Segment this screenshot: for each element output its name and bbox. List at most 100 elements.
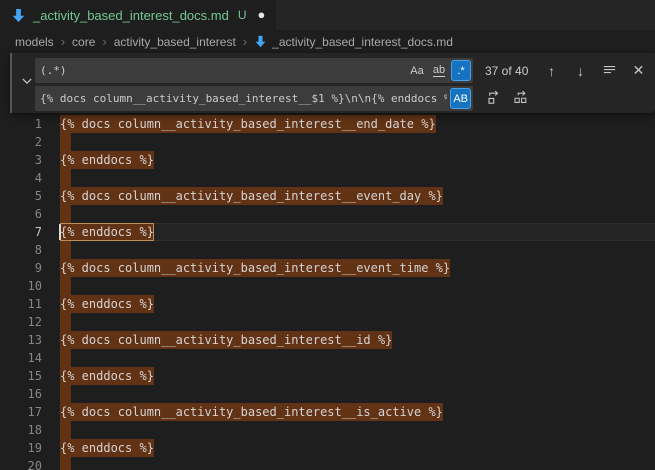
widget-resize-sash[interactable] (10, 53, 12, 113)
code-text: {% enddocs %} (60, 223, 655, 241)
regex-button[interactable]: .* (451, 60, 471, 81)
find-match-highlight (60, 421, 71, 439)
code-line[interactable]: 1 {% docs column__activity_based_interest… (0, 115, 655, 133)
tab-filename: _activity_based_interest_docs.md (33, 8, 229, 23)
toggle-replace-button[interactable] (18, 74, 36, 92)
code-line[interactable]: 3 {% enddocs %} (0, 151, 655, 169)
breadcrumb-item-core[interactable]: core (72, 35, 95, 49)
line-number: 15 (0, 367, 42, 385)
code-text: {% enddocs %} (60, 151, 655, 169)
code-line[interactable]: 10 (0, 277, 655, 295)
code-line[interactable]: 7 {% enddocs %} (0, 223, 655, 241)
find-in-selection-button[interactable] (600, 58, 619, 83)
code-line[interactable]: 4 (0, 169, 655, 187)
unsaved-changes-dot[interactable]: ● (258, 0, 266, 30)
preserve-case-button[interactable]: AB (450, 88, 471, 109)
code-line[interactable]: 20 (0, 457, 655, 470)
git-status-badge: U (238, 8, 247, 22)
code-text (60, 133, 655, 151)
find-match-highlight (60, 205, 71, 223)
code-line[interactable]: 17 {% docs column__activity_based_interes… (0, 403, 655, 421)
code-line[interactable]: 8 (0, 241, 655, 259)
code-text: {% docs column__activity_based_interest_… (60, 115, 655, 133)
tab-active-file[interactable]: _activity_based_interest_docs.md U ● (0, 0, 276, 30)
find-match-highlight: {% docs column__activity_based_interest_… (60, 331, 392, 349)
replace-button[interactable] (484, 86, 503, 111)
line-number: 7 (0, 223, 42, 241)
close-icon: ✕ (633, 62, 645, 79)
line-number: 20 (0, 457, 42, 470)
vscode-window: _activity_based_interest_docs.md U ● mod… (0, 0, 655, 470)
code-text: {% docs column__activity_based_interest_… (60, 331, 655, 349)
code-line[interactable]: 14 (0, 349, 655, 367)
current-find-match: {% enddocs %} (60, 223, 154, 241)
code-line[interactable]: 18 (0, 421, 655, 439)
replace-input[interactable] (35, 86, 473, 111)
selection-lines-icon (602, 62, 617, 80)
line-number: 5 (0, 187, 42, 205)
find-match-highlight: {% enddocs %} (60, 367, 154, 385)
line-number: 6 (0, 205, 42, 223)
code-line[interactable]: 5 {% docs column__activity_based_interest… (0, 187, 655, 205)
code-text (60, 169, 655, 187)
code-text: {% docs column__activity_based_interest_… (60, 259, 655, 277)
code-line[interactable]: 2 (0, 133, 655, 151)
find-match-highlight (60, 313, 71, 331)
code-line[interactable]: 16 (0, 385, 655, 403)
line-number: 11 (0, 295, 42, 313)
breadcrumb-item-models[interactable]: models (15, 35, 54, 49)
line-number: 14 (0, 349, 42, 367)
code-line[interactable]: 15 {% enddocs %} (0, 367, 655, 385)
code-line[interactable]: 9 {% docs column__activity_based_interest… (0, 259, 655, 277)
line-number: 13 (0, 331, 42, 349)
whole-word-button[interactable]: ab (429, 60, 449, 81)
code-text: {% enddocs %} (60, 367, 655, 385)
line-number: 19 (0, 439, 42, 457)
chevron-right-icon: › (243, 35, 247, 48)
code-line[interactable]: 13 {% docs column__activity_based_interes… (0, 331, 655, 349)
line-number: 12 (0, 313, 42, 331)
line-number: 2 (0, 133, 42, 151)
breadcrumb-item-file[interactable]: _activity_based_interest_docs.md (254, 35, 453, 49)
code-text (60, 277, 655, 295)
breadcrumb-item-folder[interactable]: activity_based_interest (114, 35, 236, 49)
find-match-highlight (60, 241, 71, 259)
find-match-highlight (60, 349, 71, 367)
results-count: 37 of 40 (485, 64, 528, 78)
code-line[interactable]: 12 (0, 313, 655, 331)
line-number: 10 (0, 277, 42, 295)
code-text (60, 313, 655, 331)
tab-bar: _activity_based_interest_docs.md U ● (0, 0, 655, 30)
breadcrumb: models › core › activity_based_interest … (0, 30, 655, 53)
markdown-file-icon (254, 35, 267, 48)
line-number: 3 (0, 151, 42, 169)
find-next-button[interactable]: ↓ (571, 58, 590, 83)
find-previous-button[interactable]: ↑ (542, 58, 561, 83)
find-match-highlight (60, 169, 71, 187)
find-match-highlight (60, 385, 71, 403)
code-line[interactable]: 19 {% enddocs %} (0, 439, 655, 457)
code-line[interactable]: 11 {% enddocs %} (0, 295, 655, 313)
chevron-right-icon: › (61, 35, 65, 48)
match-case-button[interactable]: Aa (407, 60, 427, 81)
arrow-up-icon: ↑ (548, 63, 555, 79)
code-text: {% enddocs %} (60, 439, 655, 457)
find-match-highlight: {% enddocs %} (60, 295, 154, 313)
code-text (60, 421, 655, 439)
markdown-file-icon (11, 8, 26, 23)
code-text (60, 349, 655, 367)
line-number: 17 (0, 403, 42, 421)
line-number: 9 (0, 259, 42, 277)
close-find-button[interactable]: ✕ (629, 58, 648, 83)
line-number: 16 (0, 385, 42, 403)
replace-all-button[interactable] (511, 86, 530, 111)
find-match-highlight: {% docs column__activity_based_interest_… (60, 187, 443, 205)
code-lines: 1 {% docs column__activity_based_interest… (0, 115, 655, 470)
line-number: 1 (0, 115, 42, 133)
line-number: 8 (0, 241, 42, 259)
find-match-highlight (60, 457, 71, 470)
code-text: {% docs column__activity_based_interest_… (60, 403, 655, 421)
code-line[interactable]: 6 (0, 205, 655, 223)
code-text: {% enddocs %} (60, 295, 655, 313)
find-match-highlight: {% docs column__activity_based_interest_… (60, 403, 443, 421)
